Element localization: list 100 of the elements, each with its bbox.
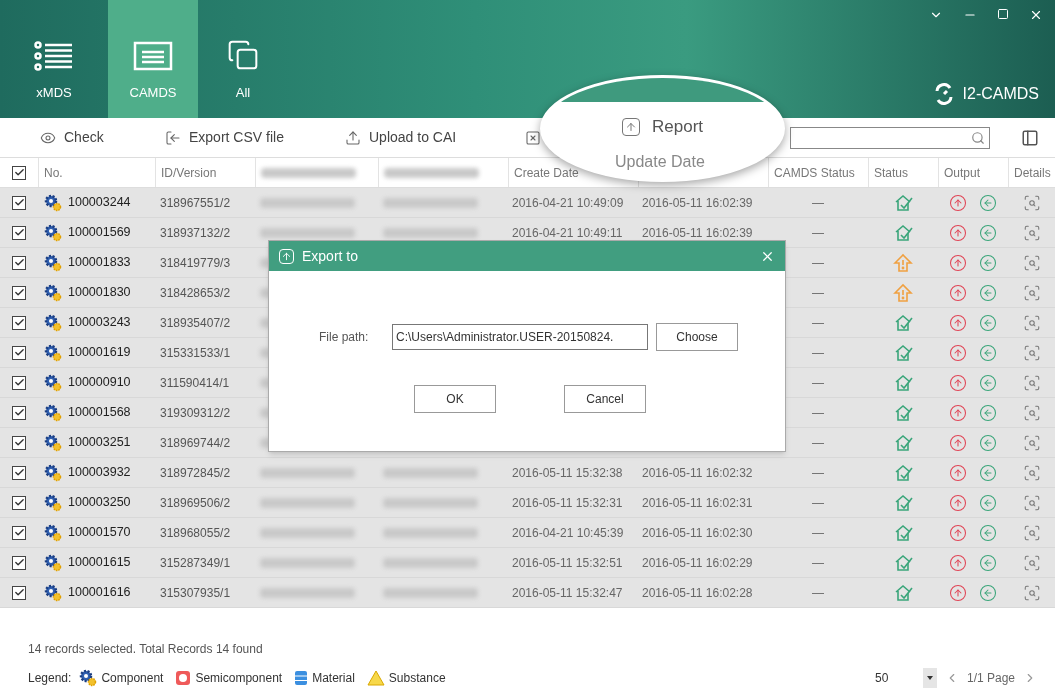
details-icon[interactable]: [1022, 553, 1041, 572]
component-icon: [44, 193, 62, 212]
upload-icon: [279, 248, 294, 264]
close-icon[interactable]: [1029, 8, 1043, 22]
details-icon[interactable]: [1022, 463, 1041, 482]
legend-label: Substance: [388, 670, 446, 687]
back-circle-icon[interactable]: [979, 583, 997, 602]
table-cell: 318968055/2: [160, 525, 231, 540]
checkbox[interactable]: [12, 435, 26, 450]
back-circle-icon[interactable]: [979, 463, 997, 482]
checkbox[interactable]: [12, 495, 26, 510]
toolbar-button[interactable]: Export CSV file: [165, 127, 345, 148]
table-cell: 2016-05-11 15:32:38: [512, 465, 623, 480]
back-circle-icon[interactable]: [979, 253, 997, 272]
back-circle-icon[interactable]: [979, 373, 997, 392]
search-field[interactable]: [790, 127, 990, 149]
upload-circle-icon[interactable]: [949, 583, 967, 602]
details-icon[interactable]: [1022, 253, 1041, 272]
upload-circle-icon[interactable]: [949, 283, 967, 302]
table-cell-text: —: [812, 314, 824, 332]
details-icon[interactable]: [1022, 493, 1041, 512]
upload-circle-icon[interactable]: [949, 553, 967, 572]
upload-circle-icon[interactable]: [949, 463, 967, 482]
details-icon[interactable]: [1022, 223, 1041, 242]
report-button[interactable]: Report: [622, 114, 703, 140]
back-circle-icon[interactable]: [979, 553, 997, 572]
column-header: Status: [874, 164, 909, 182]
legend-label: Legend:: [28, 670, 72, 687]
details-icon[interactable]: [1022, 373, 1041, 392]
upload-circle-icon[interactable]: [949, 253, 967, 272]
toolbar-button[interactable]: Upload to CAI: [345, 127, 525, 148]
checkbox[interactable]: [12, 525, 26, 540]
back-circle-icon[interactable]: [979, 313, 997, 332]
upload-circle-icon[interactable]: [949, 343, 967, 362]
upload-circle-icon[interactable]: [949, 193, 967, 212]
module-tab[interactable]: xMDS: [0, 0, 108, 118]
details-icon[interactable]: [1022, 343, 1041, 362]
checkbox[interactable]: [12, 345, 26, 360]
search-icon[interactable]: [971, 131, 985, 145]
details-icon[interactable]: [1022, 583, 1041, 602]
back-circle-icon[interactable]: [979, 493, 997, 512]
back-circle-icon[interactable]: [979, 223, 997, 242]
dropdown-button[interactable]: [922, 668, 937, 688]
table-cell: 318969744/2: [160, 435, 231, 450]
table-cell-text: —: [812, 254, 824, 272]
upload-circle-icon[interactable]: [949, 403, 967, 422]
upload-circle-icon[interactable]: [949, 313, 967, 332]
checkbox[interactable]: [12, 195, 26, 210]
back-circle-icon[interactable]: [979, 403, 997, 422]
details-icon[interactable]: [1022, 403, 1041, 422]
file-path-field[interactable]: C:\Users\Administrator.USER-20150824.: [392, 324, 648, 350]
column-header: Update Date: [615, 151, 705, 172]
details-icon[interactable]: [1022, 313, 1041, 332]
table-cell-text: 100003243: [68, 314, 131, 332]
details-icon[interactable]: [1022, 193, 1041, 212]
checkbox[interactable]: [12, 585, 26, 600]
records-summary: 14 records selected. Total Records 14 found: [28, 641, 264, 658]
table-cell: 318419779/3: [160, 255, 231, 270]
upload-circle-icon[interactable]: [949, 493, 967, 512]
table-cell: 311590414/1: [160, 375, 230, 390]
checkbox[interactable]: [12, 225, 26, 240]
table-cell: 2016-05-11 16:02:32: [642, 465, 753, 480]
cancel-button[interactable]: Cancel: [564, 385, 646, 413]
checkbox[interactable]: [12, 405, 26, 420]
column-header: No.: [44, 164, 63, 182]
upload-icon: [345, 129, 361, 146]
upload-circle-icon[interactable]: [949, 433, 967, 452]
checkbox[interactable]: [12, 465, 26, 480]
checkbox[interactable]: [12, 255, 26, 270]
choose-button[interactable]: Choose: [656, 323, 738, 351]
toolbar-button[interactable]: Check: [40, 127, 165, 148]
checkbox[interactable]: [12, 375, 26, 390]
details-icon[interactable]: [1022, 283, 1041, 302]
app-name: I2-CAMDS: [962, 84, 1039, 104]
component-icon: [44, 253, 62, 272]
back-circle-icon[interactable]: [979, 193, 997, 212]
back-circle-icon[interactable]: [979, 343, 997, 362]
module-tab[interactable]: All: [198, 0, 288, 118]
back-circle-icon[interactable]: [979, 523, 997, 542]
upload-circle-icon[interactable]: [949, 373, 967, 392]
maximize-icon[interactable]: [997, 8, 1009, 20]
upload-circle-icon[interactable]: [949, 523, 967, 542]
details-icon[interactable]: [1022, 523, 1041, 542]
component-icon: [79, 669, 98, 687]
back-circle-icon[interactable]: [979, 283, 997, 302]
table-cell-text: —: [812, 374, 824, 392]
ok-button[interactable]: OK: [414, 385, 496, 413]
checkbox[interactable]: [12, 555, 26, 570]
checkbox[interactable]: [12, 165, 26, 180]
panel-icon[interactable]: [1021, 129, 1039, 147]
checkbox[interactable]: [12, 315, 26, 330]
upload-circle-icon[interactable]: [949, 223, 967, 242]
legend-label: Component: [101, 670, 164, 687]
caret-icon: [926, 676, 933, 680]
dialog-title: Export to: [302, 246, 359, 266]
checkbox[interactable]: [12, 285, 26, 300]
details-icon[interactable]: [1022, 433, 1041, 452]
back-circle-icon[interactable]: [979, 433, 997, 452]
triangle-icon: [366, 670, 385, 686]
toolbar-button[interactable]: [525, 129, 541, 146]
